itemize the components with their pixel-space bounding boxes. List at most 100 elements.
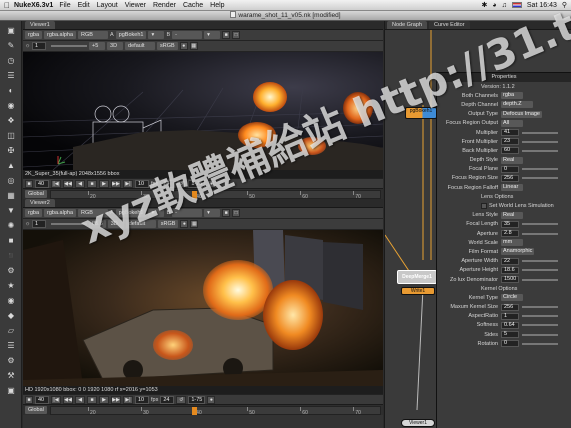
property-dropdown[interactable]: Real <box>501 156 523 164</box>
property-value-field[interactable]: 60 <box>501 147 519 155</box>
property-slider[interactable] <box>522 269 558 272</box>
a-input-mode-dropdown[interactable]: ▾ <box>148 31 165 39</box>
last-frame-button[interactable]: ▶| <box>123 179 133 188</box>
property-value-field[interactable]: 0.64 <box>501 321 519 329</box>
gain-slider[interactable] <box>51 45 88 47</box>
b-input-dropdown[interactable]: - <box>172 209 203 217</box>
frame-range-field[interactable]: 1-75 <box>188 179 206 188</box>
tab-viewer2[interactable]: Viewer2 <box>25 199 55 207</box>
a-input-dropdown[interactable]: pgBokeh1 <box>115 209 147 217</box>
property-slider[interactable] <box>522 168 558 171</box>
stop-button[interactable]: ■ <box>87 179 97 188</box>
last-frame-button[interactable]: ▶| <box>123 395 133 404</box>
menu-edit[interactable]: Edit <box>78 2 90 9</box>
stop-button[interactable]: ■ <box>87 395 97 404</box>
menu-viewer[interactable]: Viewer <box>125 2 146 9</box>
menubar-clock[interactable]: Sat 16:43 <box>527 2 557 9</box>
property-dropdown[interactable]: rgba <box>501 92 523 100</box>
lut-dropdown[interactable]: sRGB <box>157 42 178 50</box>
property-value-field[interactable]: 35 <box>501 220 519 228</box>
gizmo-tool-icon[interactable]: ▱ <box>4 324 18 336</box>
channels-dropdown[interactable]: rgba <box>25 31 43 39</box>
cache-icon[interactable]: ■ <box>25 395 33 404</box>
menu-cache[interactable]: Cache <box>183 2 203 9</box>
write-node[interactable]: Write1 <box>401 287 435 295</box>
views-tool-icon[interactable]: ◎ <box>4 174 18 186</box>
transform-tool-icon[interactable]: ✠ <box>4 144 18 156</box>
fstop-dropdown[interactable]: f/5.6 <box>89 220 106 228</box>
property-value-field[interactable]: 18.6 <box>501 266 519 274</box>
b-input-mode-dropdown[interactable]: ▾ <box>204 31 221 39</box>
frame-increment-field[interactable]: 10 <box>135 179 149 188</box>
camera-tool-icon[interactable]: ▣ <box>4 384 18 396</box>
keyer-tool-icon[interactable]: ❖ <box>4 114 18 126</box>
b-input-dropdown[interactable]: - <box>172 31 203 39</box>
a-input-mode-dropdown[interactable]: ▾ <box>148 209 165 217</box>
viewer2-frame-ruler[interactable]: 20 30 40 50 60 70 <box>49 405 381 416</box>
display-dropdown[interactable]: default <box>125 220 156 228</box>
fps-field[interactable]: 24 <box>160 179 175 188</box>
property-dropdown[interactable]: depth.Z <box>501 101 533 109</box>
fps-field[interactable]: 24 <box>160 395 175 404</box>
ofx-tool-icon[interactable]: ◆ <box>4 309 18 321</box>
furnace-tool-icon[interactable]: ★ <box>4 279 18 291</box>
property-slider[interactable] <box>522 177 558 180</box>
menu-help[interactable]: Help <box>210 2 224 9</box>
property-value-field[interactable]: 2.8 <box>501 230 519 238</box>
property-value-field[interactable]: 5 <box>501 331 519 339</box>
apple-menu-icon[interactable]:  <box>0 1 14 10</box>
clip-warning-icon[interactable]: ● <box>180 220 189 228</box>
time-tool-icon[interactable]: ◷ <box>4 54 18 66</box>
settings-tool-icon[interactable]: ⚙ <box>4 354 18 366</box>
deep-tool-icon[interactable]: ▦ <box>4 189 18 201</box>
frame-field[interactable]: 40 <box>35 395 49 404</box>
alpha-dropdown[interactable]: rgba.alpha <box>44 209 77 217</box>
viewer1-canvas[interactable] <box>23 52 383 170</box>
property-dropdown[interactable]: Circle <box>501 294 523 302</box>
playhead-marker[interactable] <box>192 190 198 199</box>
input-source-flag-icon[interactable] <box>511 2 522 8</box>
property-slider[interactable] <box>522 324 558 327</box>
draw-tool-icon[interactable]: ✎ <box>4 39 18 51</box>
python-tool-icon[interactable]: ☰ <box>4 339 18 351</box>
next-keyframe-button[interactable]: ▶▶ <box>111 395 121 404</box>
property-dropdown[interactable]: Real <box>501 211 523 219</box>
range-lock-icon[interactable]: ● <box>207 179 216 188</box>
cache-icon[interactable]: ■ <box>25 179 33 188</box>
spotlight-search-icon[interactable]: ⚲ <box>562 1 567 9</box>
property-slider[interactable] <box>522 278 559 281</box>
color-tool-icon[interactable]: ◐ <box>4 84 18 96</box>
property-slider[interactable] <box>522 140 558 143</box>
property-dropdown[interactable]: Defocus Image <box>501 110 542 118</box>
zebra-icon[interactable]: ▦ <box>190 220 199 228</box>
playhead-marker[interactable] <box>192 406 198 415</box>
frame-field[interactable]: 40 <box>35 179 49 188</box>
frame-increment-field[interactable]: 10 <box>135 395 149 404</box>
property-value-field[interactable]: 1500 <box>501 276 520 284</box>
property-slider[interactable] <box>522 333 558 336</box>
lock-icon[interactable]: ■ <box>222 31 231 39</box>
property-slider[interactable] <box>522 223 558 226</box>
play-forward-button[interactable]: ▶ <box>99 395 109 404</box>
property-slider[interactable] <box>522 315 558 318</box>
lut-dropdown[interactable]: sRGB <box>157 220 179 228</box>
property-slider[interactable] <box>522 260 558 263</box>
viewer-node[interactable]: Viewer1 <box>401 419 435 427</box>
colorspace-dropdown[interactable]: RGB <box>78 209 109 217</box>
filter-tool-icon[interactable]: ◉ <box>4 99 18 111</box>
loop-mode-button[interactable]: ↺ <box>176 179 187 188</box>
first-frame-button[interactable]: |◀ <box>51 395 61 404</box>
colorspace-dropdown[interactable]: RGB <box>78 31 109 39</box>
first-frame-button[interactable]: |◀ <box>51 179 61 188</box>
menu-file[interactable]: File <box>59 2 70 9</box>
range-mode-dropdown[interactable]: Global <box>25 406 47 414</box>
wrench-tool-icon[interactable]: ⚒ <box>4 369 18 381</box>
b-input-mode-dropdown[interactable]: ▾ <box>204 209 221 217</box>
ocula-tool-icon[interactable]: ◉ <box>4 294 18 306</box>
next-keyframe-button[interactable]: ▶▶ <box>111 179 121 188</box>
property-value-field[interactable]: 0 <box>501 165 519 173</box>
volume-icon[interactable]: ♫ <box>502 2 507 9</box>
prev-keyframe-button[interactable]: ◀◀ <box>63 395 73 404</box>
prev-keyframe-button[interactable]: ◀◀ <box>63 179 73 188</box>
property-slider[interactable] <box>522 131 558 134</box>
